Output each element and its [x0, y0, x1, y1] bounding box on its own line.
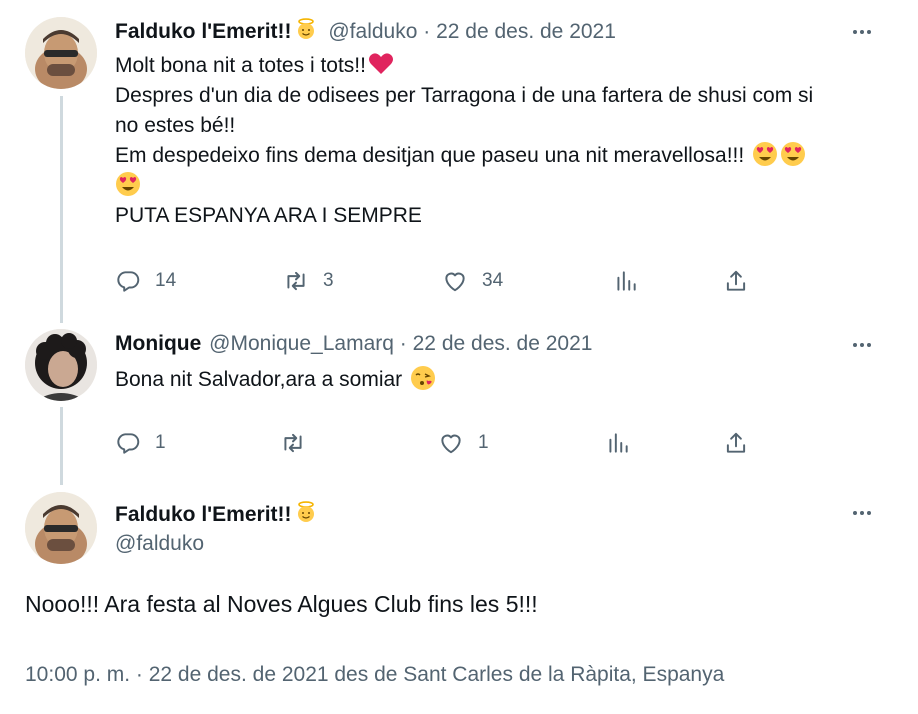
tweet-header: Falduko l'Emerit!! [115, 501, 317, 529]
like-count: 1 [478, 432, 489, 453]
more-button[interactable] [850, 20, 874, 44]
tweet-line: Bona nit Salvador,ara a somiar [115, 368, 403, 391]
heart-eyes-emoji-icon [752, 141, 778, 167]
tweet-header: Monique @Monique_Lamarq · 22 de des. de … [115, 332, 592, 356]
more-horizontal-icon [853, 511, 871, 515]
author-name[interactable]: Falduko l'Emerit!! [115, 503, 292, 526]
angel-emoji-icon [295, 501, 317, 529]
avatar[interactable] [25, 492, 97, 564]
reply-icon [117, 433, 140, 454]
author-handle[interactable]: @Monique_Lamarq [209, 332, 394, 355]
tweet-line: Despres d'un dia de odisees per Tarragon… [115, 84, 814, 107]
tweet-line: Molt bona nit a totes i tots!! [115, 54, 366, 77]
avatar[interactable] [25, 17, 97, 89]
tweet-date[interactable]: 22 de des. de 2021 [436, 20, 616, 43]
author-handle[interactable]: @falduko [115, 532, 204, 556]
heart-icon [441, 434, 461, 454]
reply-count: 1 [155, 432, 166, 453]
separator: · [423, 20, 431, 43]
share-icon [726, 432, 746, 453]
tweet-text: Bona nit Salvador,ara a somiar [115, 365, 885, 395]
more-button[interactable] [850, 501, 874, 525]
tweet-header: Falduko l'Emerit!! @falduko · 22 de des.… [115, 18, 616, 46]
retweet-icon [284, 433, 302, 453]
separator: · [399, 332, 407, 355]
retweet-button[interactable]: 3 [283, 266, 334, 296]
tweet-actions: 14 3 34 [115, 266, 765, 296]
tweet-date[interactable]: 22 de des. de 2021 [413, 332, 593, 355]
tweet-text: Molt bona nit a totes i tots!! Despres d… [115, 51, 885, 231]
more-horizontal-icon [853, 30, 871, 34]
avatar-photo [25, 329, 97, 401]
more-horizontal-icon [853, 343, 871, 347]
avatar[interactable] [25, 329, 97, 401]
tweet-meta[interactable]: 10:00 p. m. · 22 de des. de 2021 des de … [25, 663, 724, 687]
analytics-icon [617, 271, 636, 291]
reply-icon [117, 271, 140, 292]
tweet-2[interactable]: Monique @Monique_Lamarq · 22 de des. de … [0, 325, 918, 485]
retweet-icon [287, 271, 305, 291]
analytics-icon [609, 433, 628, 453]
retweet-count: 3 [323, 270, 334, 291]
tweet-line: PUTA ESPANYA ARA I SEMPRE [115, 204, 422, 227]
author-handle[interactable]: @falduko [328, 20, 417, 43]
tweet-actions: 1 1 [115, 428, 765, 458]
tweet-line: no estes bé!! [115, 114, 236, 137]
tweet-line: Em despedeixo fins dema desitjan que pas… [115, 144, 745, 167]
like-count: 34 [482, 270, 504, 291]
author-name[interactable]: Monique [115, 332, 201, 355]
main-tweet-text: Nooo!!! Ara festa al Noves Algues Club f… [25, 591, 538, 617]
share-button[interactable] [723, 428, 749, 458]
reply-button[interactable]: 14 [115, 266, 176, 296]
share-icon [726, 270, 746, 291]
thread-line [60, 96, 63, 323]
share-button[interactable] [723, 266, 749, 296]
tweet-1[interactable]: Falduko l'Emerit!! @falduko · 22 de des.… [0, 0, 918, 325]
heart-icon [445, 272, 465, 292]
red-heart-emoji-icon [368, 51, 394, 77]
main-tweet: Falduko l'Emerit!! @falduko Nooo!!! Ara … [0, 485, 918, 714]
thread-line [60, 407, 63, 485]
avatar-photo [25, 17, 97, 89]
like-button[interactable]: 1 [438, 428, 489, 458]
like-button[interactable]: 34 [442, 266, 503, 296]
reply-count: 14 [155, 270, 177, 291]
views-button[interactable] [613, 266, 639, 296]
heart-eyes-emoji-icon [780, 141, 806, 167]
avatar-photo [25, 492, 97, 564]
retweet-button[interactable] [280, 428, 320, 458]
reply-button[interactable]: 1 [115, 428, 166, 458]
author-name[interactable]: Falduko l'Emerit!! [115, 20, 292, 43]
heart-eyes-emoji-icon [115, 171, 141, 197]
angel-emoji-icon [295, 18, 317, 46]
views-button[interactable] [605, 428, 631, 458]
more-button[interactable] [850, 333, 874, 357]
kiss-emoji-icon [410, 365, 436, 391]
